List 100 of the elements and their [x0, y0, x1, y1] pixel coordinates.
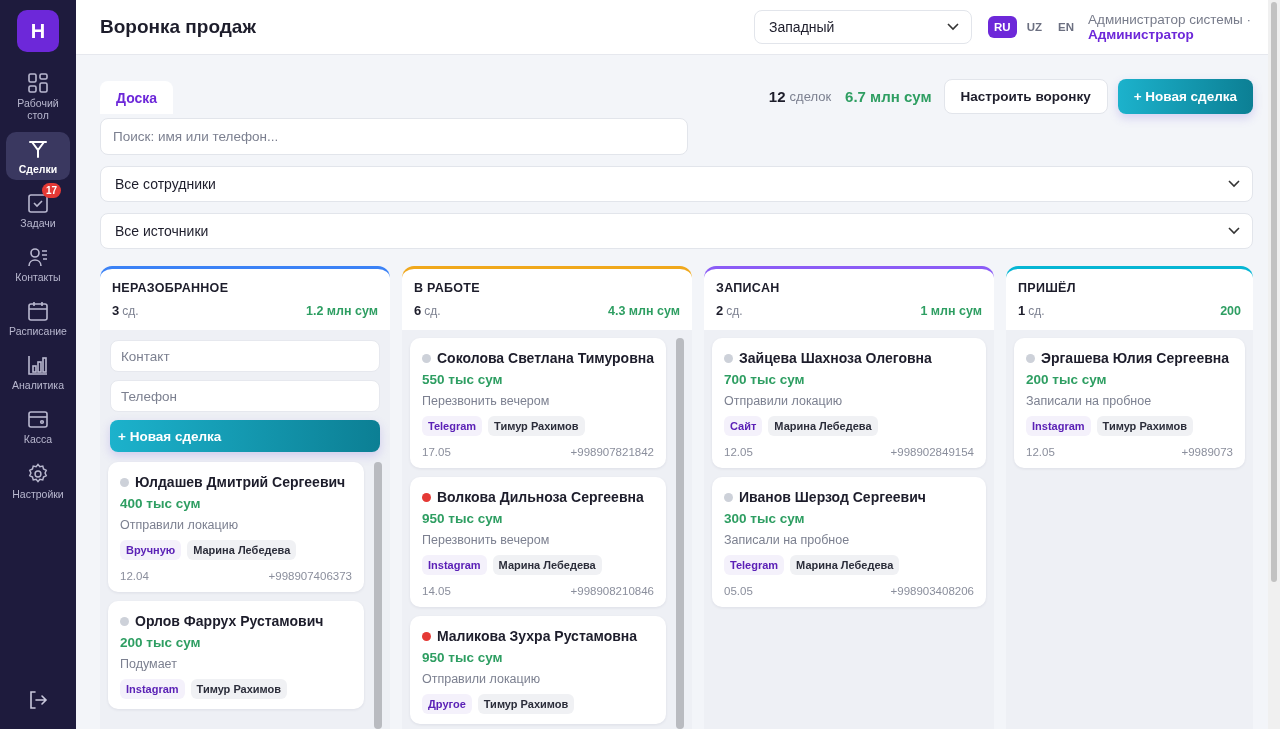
scrollbar[interactable]	[676, 338, 684, 729]
deal-phone: +998907821842	[570, 446, 654, 458]
column-title: В РАБОТЕ	[414, 281, 481, 295]
deal-note: Записали на пробное	[1026, 394, 1153, 408]
deal-name: Соколова Светлана Тимуровна	[437, 350, 654, 366]
column-total: 4.3 млн сум	[607, 304, 680, 318]
nav-item[interactable]: Касса	[6, 402, 70, 451]
deal-count-label: сделок	[789, 89, 832, 104]
deal-date: 12.04	[120, 570, 149, 582]
chevron-icon	[947, 23, 960, 31]
funnel-icon	[27, 138, 49, 161]
deal-date: 14.05	[422, 585, 451, 597]
deal-card[interactable]: Юлдашев Дмитрий Сергеевич 400 тыс сум Отправили локацию Вручную Марина Лебедева 12.04 +998907406373	[108, 462, 364, 592]
nav-label: Задачи	[20, 217, 56, 230]
deal-amount: 550 тыс сум	[422, 372, 504, 387]
deal-note: Перезвонить вечером	[422, 394, 551, 408]
column-total: 200	[1220, 304, 1241, 318]
deal-card[interactable]: Волкова Дильноза Сергеевна 950 тыс сум Перезвонить вечером Instagram Марина Лебедева 14.05 +998908210846	[410, 477, 666, 607]
deal-card[interactable]: Зайцева Шахноза Олеговна 700 тыс сум Отправили локацию Сайт Марина Лебедева 12.05 +998902849154	[712, 338, 986, 468]
column-count: 3	[112, 303, 120, 318]
language-button[interactable]: EN	[1052, 16, 1080, 38]
nav-item[interactable]: Рабочий стол	[6, 66, 70, 127]
column-count: 6	[414, 303, 422, 318]
phone-field[interactable]: Телефон	[110, 380, 380, 412]
deal-note: Отправили локацию	[120, 518, 240, 532]
language-button[interactable]: RU	[988, 16, 1017, 38]
deal-amount: 300 тыс сум	[724, 511, 806, 526]
deal-card[interactable]: Эргашева Юлия Сергеевна 200 тыс сум Записали на пробное Instagram Тимур Рахимов 12.05 +9989073	[1014, 338, 1245, 468]
contacts-icon	[27, 246, 49, 269]
nav-item[interactable]: Расписание	[6, 294, 70, 343]
deal-name: Эргашева Юлия Сергеевна	[1041, 350, 1230, 366]
nav-label: Расписание	[9, 325, 67, 338]
filter-select[interactable]: Все источники	[100, 213, 1253, 249]
column-count-label: сд.	[1028, 304, 1045, 318]
deal-date: 17.05	[422, 446, 451, 458]
nav-label: Контакты	[15, 271, 61, 284]
column-count: 1	[1018, 303, 1026, 318]
bar-chart-icon	[27, 354, 49, 377]
scrollbar[interactable]	[374, 462, 382, 729]
nav-item[interactable]: Контакты	[6, 240, 70, 289]
app-logo[interactable]: Н	[17, 10, 59, 52]
column-title: ПРИШЁЛ	[1018, 281, 1077, 295]
deal-card[interactable]: Иванов Шерзод Сергеевич 300 тыс сум Записали на пробное Telegram Марина Лебедева 05.05 +998903408206	[712, 477, 986, 607]
deal-count: 12	[768, 88, 786, 105]
column-count-label: сд.	[122, 304, 139, 318]
count-badge: 17	[41, 183, 61, 199]
column-count-label: сд.	[424, 304, 441, 318]
deal-note: Подумает	[120, 657, 178, 671]
nav-item[interactable]: Настройки	[6, 456, 70, 505]
deal-note: Записали на пробное	[724, 533, 851, 547]
manager-tag: Тимур Рахимов	[190, 679, 288, 699]
deal-name: Орлов Фаррух Рустамович	[135, 613, 324, 629]
deal-card[interactable]: Орлов Фаррух Рустамович 200 тыс сум Подумает Instagram Тимур Рахимов	[108, 601, 364, 709]
configure-button[interactable]: Настроить воронку	[943, 79, 1108, 114]
manager-tag: Тимур Рахимов	[477, 694, 575, 714]
deal-amount: 200 тыс сум	[1026, 372, 1108, 387]
chevron-icon	[1228, 180, 1240, 188]
deal-name: Юлдашев Дмитрий Сергеевич	[135, 474, 346, 490]
deal-amount: 700 тыс сум	[724, 372, 806, 387]
nav-label: Рабочий стол	[16, 97, 60, 122]
language-button[interactable]: UZ	[1020, 16, 1048, 38]
source-tag: Telegram	[422, 416, 483, 436]
manager-tag: Марина Лебедева	[187, 540, 297, 560]
column-total: 1 млн сум	[920, 304, 982, 318]
nav-item[interactable]: Аналитика	[6, 348, 70, 397]
wallet-icon	[27, 408, 49, 431]
checkbox-icon	[27, 192, 49, 215]
deal-note: Отправили локацию	[422, 672, 542, 686]
chevron-icon	[1228, 227, 1240, 235]
deal-note: Перезвонить вечером	[422, 533, 551, 547]
column-count-label: сд.	[726, 304, 743, 318]
deal-amount: 200 тыс сум	[120, 635, 202, 650]
deal-card[interactable]: Соколова Светлана Тимуровна 550 тыс сум Перезвонить вечером Telegram Тимур Рахимов 17.05 +998907821842	[410, 338, 666, 468]
view-tab[interactable]: Доска	[100, 81, 174, 114]
nav-item[interactable]: Сделки	[6, 132, 70, 181]
filter-select[interactable]: Все сотрудники	[100, 166, 1253, 202]
deal-date: 12.05	[724, 446, 753, 458]
deal-card[interactable]: Маликова Зухра Рустамовна 950 тыс сум Отправили локацию Другое Тимур Рахимов	[410, 616, 666, 724]
branch-select[interactable]: Западный	[754, 10, 973, 44]
deal-name: Волкова Дильноза Сергеевна	[437, 489, 644, 505]
deal-amount: 950 тыс сум	[422, 650, 504, 665]
deal-amount: 950 тыс сум	[422, 511, 504, 526]
column-title: НЕРАЗОБРАННОЕ	[112, 281, 230, 295]
deal-phone: +998903408206	[890, 585, 974, 597]
manager-tag: Марина Лебедева	[492, 555, 602, 575]
deal-name: Маликова Зухра Рустамовна	[437, 628, 638, 644]
source-tag: Instagram	[120, 679, 185, 699]
nav-item[interactable]: 17 Задачи	[6, 186, 70, 235]
page-title: Воронка продаж	[100, 16, 256, 38]
column-title: ЗАПИСАН	[716, 281, 781, 295]
source-tag: Сайт	[724, 416, 763, 436]
deal-phone: +9989073	[1181, 446, 1233, 458]
user-name: Администратор системы ·	[1088, 12, 1252, 27]
search-field[interactable]: Поиск: имя или телефон...	[100, 118, 688, 155]
deal-date: 05.05	[724, 585, 753, 597]
logout-icon[interactable]	[27, 689, 49, 711]
scrollbar[interactable]	[1268, 0, 1280, 729]
contact-field[interactable]: Контакт	[110, 340, 380, 372]
manager-tag: Тимур Рахимов	[488, 416, 585, 436]
nav-label: Сделки	[18, 163, 58, 176]
